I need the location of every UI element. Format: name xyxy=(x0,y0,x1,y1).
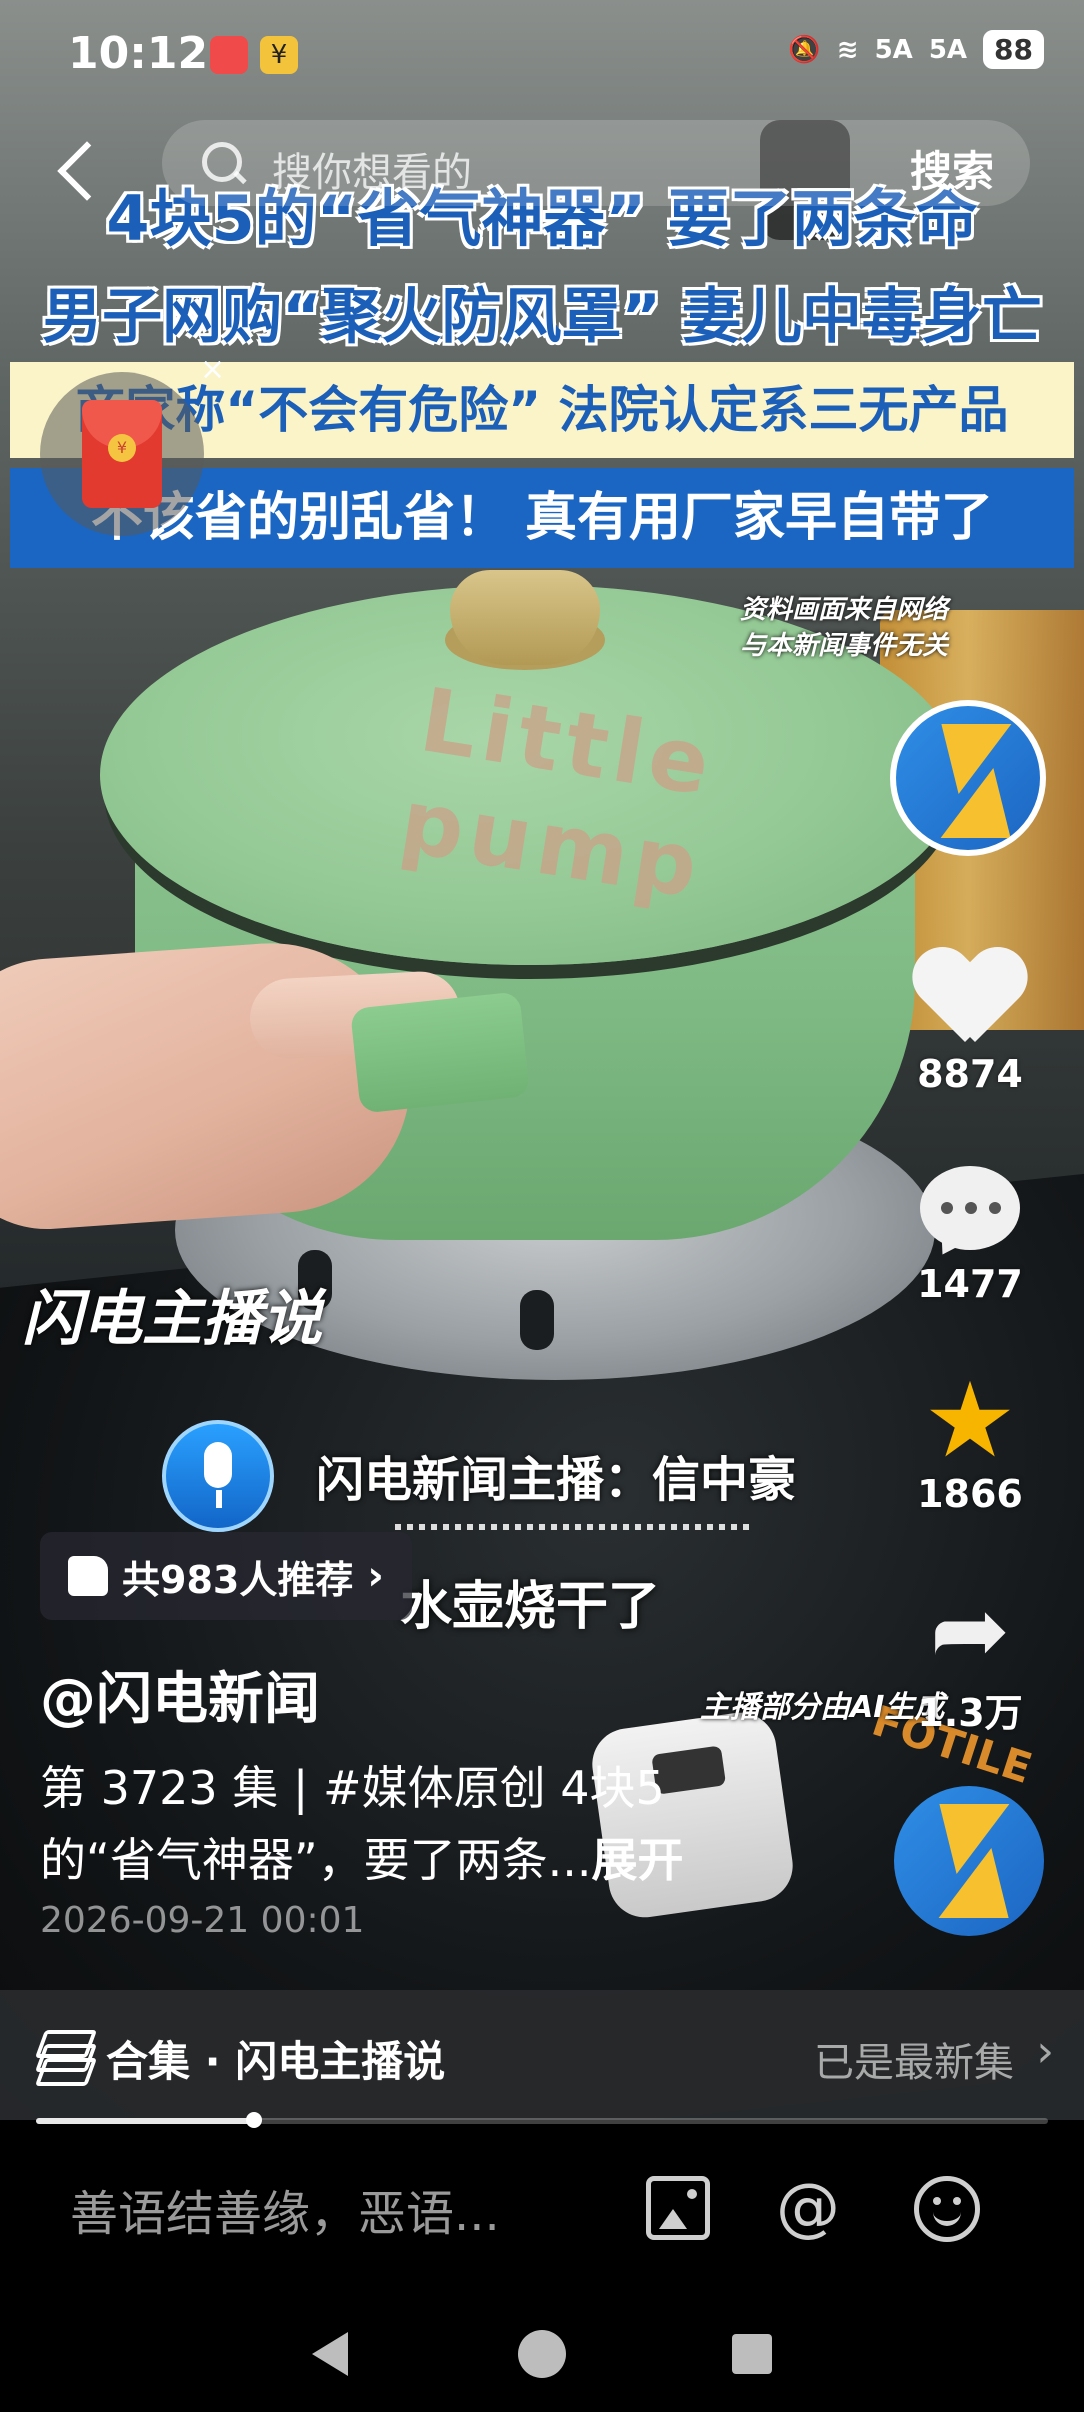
nav-recents-icon[interactable] xyxy=(732,2334,772,2374)
search-bar[interactable]: 搜你想看的 搜索 xyxy=(162,120,1030,206)
pot-handle xyxy=(349,991,531,1114)
mention-icon[interactable]: @ xyxy=(776,2176,840,2240)
nav-back-icon[interactable] xyxy=(312,2332,348,2376)
like-count: 8874 xyxy=(917,1052,1023,1096)
chevron-right-icon: › xyxy=(367,1553,384,1599)
battery-icon: 88 xyxy=(983,30,1044,69)
recommend-text: 共983人推荐 xyxy=(122,1557,354,1602)
share-icon: ➦ xyxy=(929,1574,1011,1686)
comment-count: 1477 xyxy=(917,1262,1023,1306)
image-icon[interactable] xyxy=(646,2176,710,2240)
red-packet-close-icon[interactable]: × xyxy=(200,352,225,387)
anchor-caption: 闪电新闻主播：信中豪 xyxy=(316,1452,797,1508)
search-input[interactable]: 搜你想看的 xyxy=(272,140,472,198)
status-bar: 10:12 ¥ 🔕 ≋ 5A 5A 88 xyxy=(0,0,1084,110)
audio-wave xyxy=(395,1524,755,1530)
like-button[interactable]: 8874 xyxy=(900,950,1040,1096)
red-packet-icon: ¥ xyxy=(82,400,162,508)
headline-2: 男子网购“聚火防风罩” 妻儿中毒身亡 xyxy=(42,282,1042,352)
thumbs-up-icon xyxy=(68,1556,108,1596)
video-progress-bar[interactable] xyxy=(36,2112,1048,2128)
comment-input[interactable]: 善语结善缘，恶语... xyxy=(70,2174,500,2244)
notification-app-icon xyxy=(210,36,248,74)
favorite-button[interactable]: ★ 1866 xyxy=(900,1359,1040,1516)
chevron-right-icon: › xyxy=(1036,2026,1054,2077)
layers-icon xyxy=(34,2026,98,2086)
notification-wallet-icon: ¥ xyxy=(260,36,298,74)
collection-bar[interactable]: 合集 · 闪电主播说 已是最新集 › xyxy=(0,1990,1084,2120)
nav-home-icon[interactable] xyxy=(518,2330,566,2378)
description-text: 第 3723 集 | #媒体原创 4块5的“省气神器”，要了两条... xyxy=(40,1761,665,1887)
star-icon: ★ xyxy=(923,1359,1017,1481)
progress-handle[interactable] xyxy=(245,2112,262,2128)
progress-fill xyxy=(36,2118,254,2124)
lid-knob xyxy=(450,570,600,665)
wifi-icon: ≋ xyxy=(836,34,859,65)
microphone-icon xyxy=(162,1420,274,1532)
status-indicators: 🔕 ≋ 5A 5A 88 xyxy=(788,30,1044,69)
comment-icon xyxy=(915,1160,1025,1260)
collection-status: 已是最新集 xyxy=(814,2040,1014,2086)
mute-icon: 🔕 xyxy=(788,34,821,65)
signal-2: 5A xyxy=(928,34,968,65)
expand-link[interactable]: 展开 xyxy=(592,1833,684,1887)
burner-slot xyxy=(520,1290,554,1350)
share-button[interactable]: ➦ 1.3万 xyxy=(900,1580,1040,1737)
red-packet-widget[interactable]: ¥ xyxy=(40,372,204,536)
status-time: 10:12 xyxy=(68,28,209,79)
search-button[interactable]: 搜索 xyxy=(910,138,994,199)
system-nav-bar xyxy=(0,2290,1084,2412)
post-date: 2026-09-21 00:01 xyxy=(40,1900,365,1941)
comment-button[interactable]: 1477 xyxy=(900,1160,1040,1306)
author-name[interactable]: @闪电新闻 xyxy=(40,1654,320,1735)
video-subtitle: 水壶烧干了 xyxy=(400,1577,661,1637)
heart-icon xyxy=(915,950,1025,1050)
emoji-icon[interactable] xyxy=(914,2176,980,2242)
coin-icon: ¥ xyxy=(108,434,136,462)
program-brand: 闪电主播说 xyxy=(22,1284,322,1354)
comment-bar: 善语结善缘，恶语... @ xyxy=(0,2130,1084,2290)
search-icon xyxy=(202,142,242,182)
signal-1: 5A xyxy=(874,34,913,65)
author-avatar[interactable] xyxy=(890,700,1046,856)
post-description[interactable]: 第 3723 集 | #媒体原创 4块5的“省气神器”，要了两条...展开 xyxy=(40,1752,780,1896)
share-count: 1.3万 xyxy=(917,1691,1023,1735)
music-disc-icon[interactable] xyxy=(894,1786,1044,1936)
collection-label: 合集 · 闪电主播说 xyxy=(106,2037,446,2086)
recommend-chip[interactable]: 共983人推荐 › xyxy=(40,1532,412,1620)
source-disclaimer: 资料画面来自网络 与本新闻事件无关 xyxy=(740,595,949,661)
